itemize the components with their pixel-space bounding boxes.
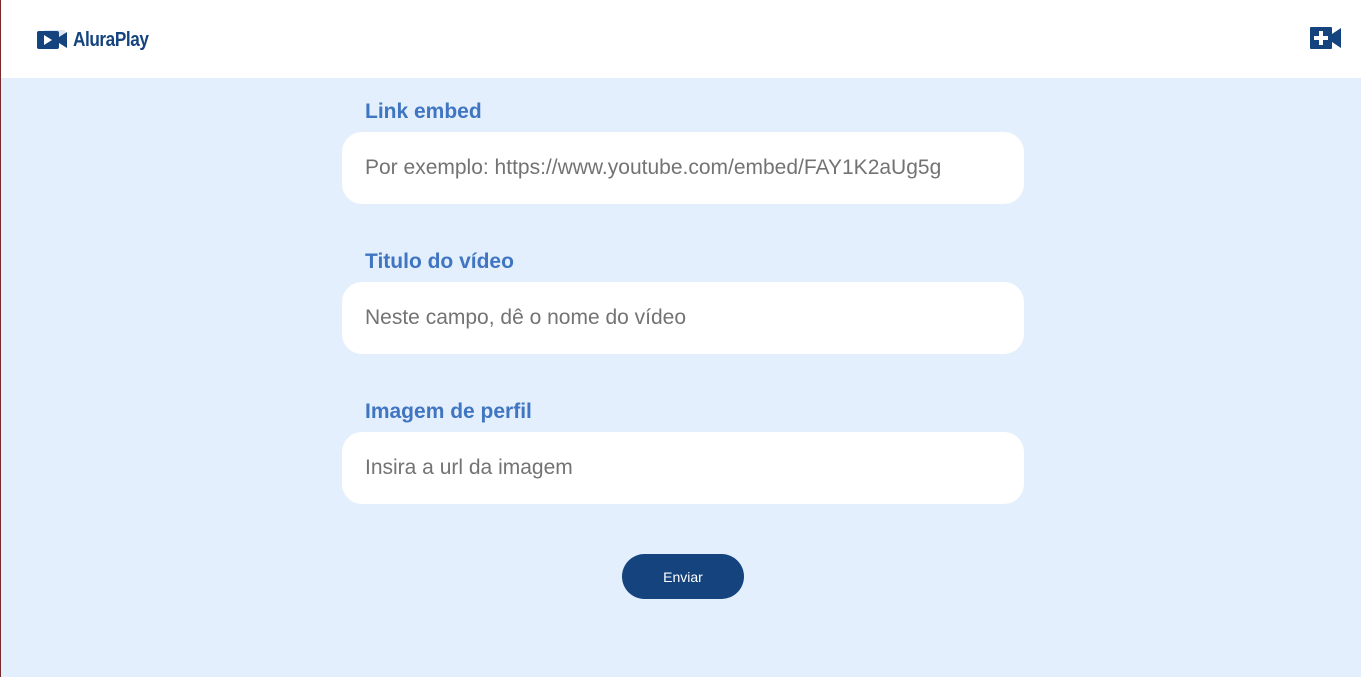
logo-text: AluraPlay — [73, 28, 149, 51]
video-title-label: Titulo do vídeo — [365, 250, 514, 273]
link-embed-label: Link embed — [365, 100, 482, 123]
logo-link[interactable]: AluraPlay — [35, 26, 161, 54]
header: AluraPlay — [1, 0, 1361, 78]
link-embed-input[interactable] — [342, 132, 1024, 204]
video-camera-plus-icon — [1310, 27, 1341, 49]
profile-image-input[interactable] — [342, 432, 1024, 504]
video-camera-logo-icon — [37, 30, 67, 49]
submit-button[interactable]: Enviar — [622, 554, 744, 599]
add-video-button[interactable] — [1310, 27, 1341, 49]
video-title-input[interactable] — [342, 282, 1024, 354]
page: AluraPlay Link embed Titulo do vídeo Ima… — [0, 0, 1361, 677]
window-edge — [0, 0, 1, 677]
profile-image-label: Imagem de perfil — [365, 400, 532, 423]
